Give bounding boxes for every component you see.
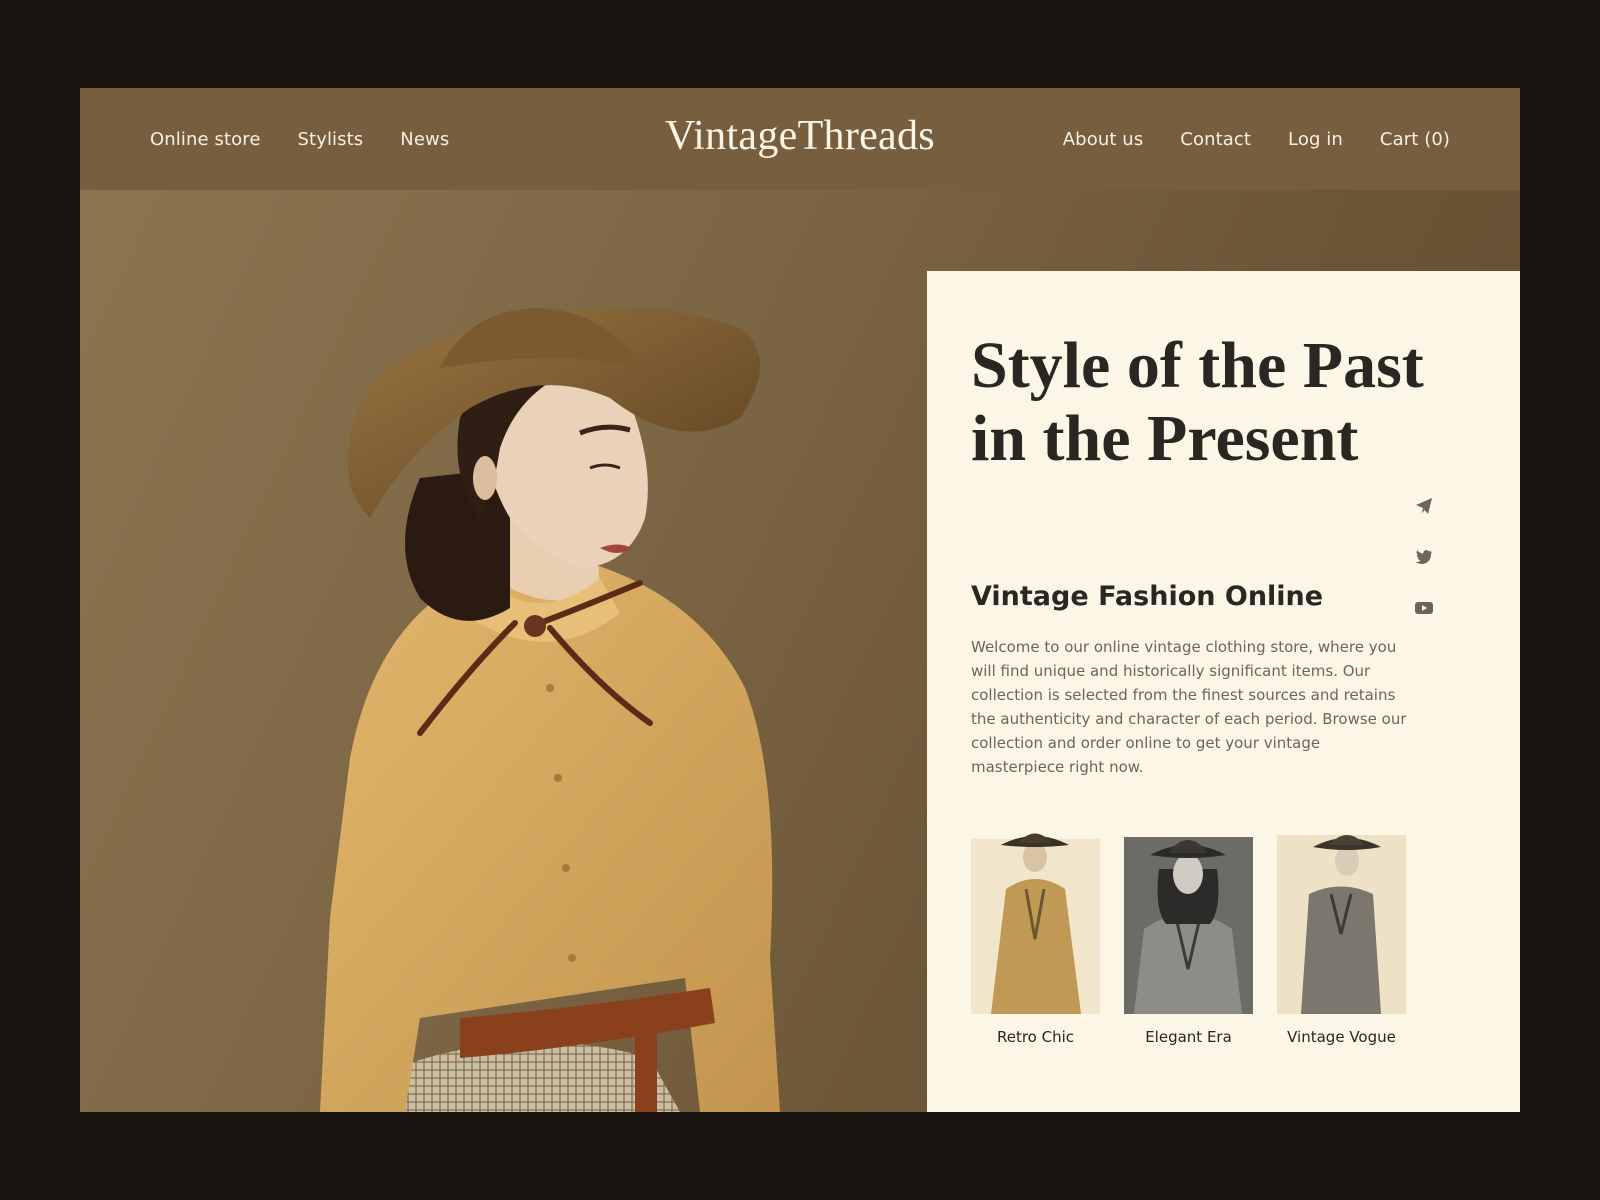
product-image-elegant-era[interactable] [1124,819,1253,1014]
hero-title-line-1: Style of the Past [971,329,1424,402]
section-description: Welcome to our online vintage clothing s… [971,638,1407,776]
content-panel: Style of the Past in the Present Vintage… [927,271,1520,1112]
product-name-vintage-vogue: Vintage Vogue [1287,1028,1396,1046]
hero-model-image [180,218,860,1112]
product-card-retro-chic[interactable]: Retro Chic [971,819,1100,1046]
telegram-icon[interactable] [1415,497,1433,515]
section-subtitle: Vintage Fashion Online [971,581,1324,612]
social-links [1415,497,1433,617]
top-navigation: Online store Stylists News VintageThread… [80,88,1520,190]
twitter-icon[interactable] [1415,548,1433,566]
product-card-elegant-era[interactable]: Elegant Era [1124,819,1253,1046]
page-frame: Online store Stylists News VintageThread… [80,88,1520,1112]
nav-about-us[interactable]: About us [1063,129,1144,150]
hero-title: Style of the Past in the Present [971,329,1471,475]
product-name-retro-chic: Retro Chic [996,1028,1075,1046]
nav-cart[interactable]: Cart (0) [1380,129,1450,150]
product-list: Retro Chic Elegant Era Vintage Vogue [971,819,1406,1046]
product-card-vintage-vogue[interactable]: Vintage Vogue [1277,819,1406,1046]
nav-contact[interactable]: Contact [1180,129,1251,150]
nav-right-group: About us Contact Log in Cart (0) [1063,88,1450,190]
product-image-vintage-vogue[interactable] [1277,819,1406,1014]
youtube-icon[interactable] [1415,599,1433,617]
hero-title-line-2: in the Present [971,402,1359,475]
product-name-elegant-era: Elegant Era [1145,1028,1232,1046]
nav-log-in[interactable]: Log in [1288,129,1343,150]
product-image-retro-chic[interactable] [971,819,1100,1014]
